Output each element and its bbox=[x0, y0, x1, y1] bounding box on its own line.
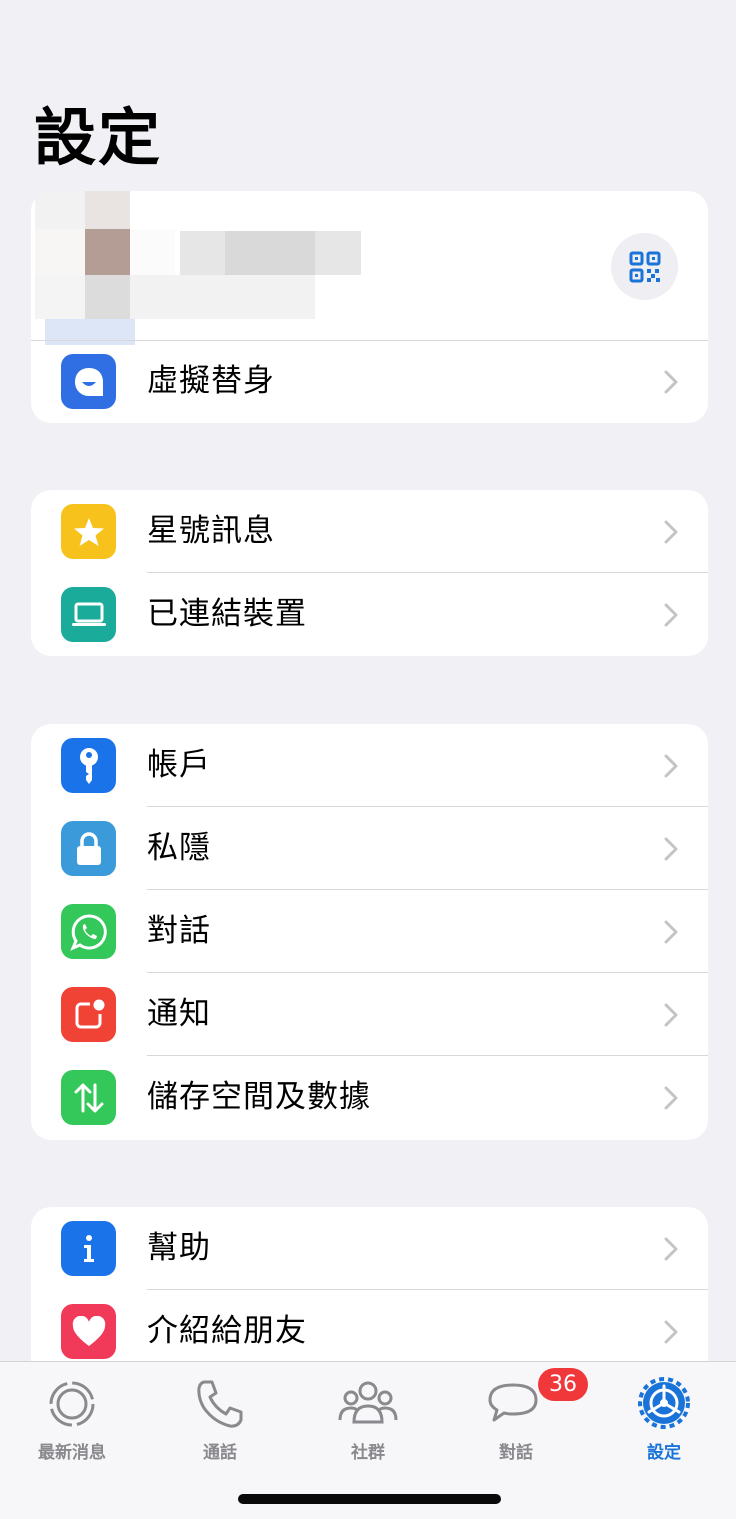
row-label: 通知 bbox=[147, 996, 211, 1032]
row-linked-devices[interactable]: 已連結裝置 bbox=[31, 573, 708, 656]
tab-calls[interactable]: 通話 bbox=[170, 1372, 270, 1463]
row-label: 私隱 bbox=[147, 830, 211, 866]
row-account[interactable]: 帳戶 bbox=[31, 724, 708, 807]
heart-icon bbox=[61, 1304, 116, 1359]
chevron-right-icon bbox=[664, 520, 678, 544]
chevron-right-icon bbox=[664, 603, 678, 627]
row-label: 幫助 bbox=[147, 1230, 211, 1266]
row-chats[interactable]: 對話 bbox=[31, 890, 708, 973]
lock-icon bbox=[61, 821, 116, 876]
row-notifications[interactable]: 通知 bbox=[31, 973, 708, 1056]
row-label: 星號訊息 bbox=[147, 513, 275, 549]
row-help[interactable]: 幫助 bbox=[31, 1207, 708, 1290]
qr-code-button[interactable] bbox=[611, 233, 678, 300]
tab-updates[interactable]: 最新消息 bbox=[22, 1372, 122, 1463]
data-transfer-icon bbox=[61, 1070, 116, 1125]
chats-icon bbox=[488, 1383, 538, 1422]
row-label: 帳戶 bbox=[147, 747, 211, 783]
row-label: 對話 bbox=[147, 913, 211, 949]
profile-card[interactable]: 虛擬替身 bbox=[31, 191, 708, 423]
qr-code-icon bbox=[629, 251, 660, 282]
settings-group-1: 星號訊息 已連結裝置 bbox=[31, 490, 708, 656]
chevron-right-icon bbox=[664, 1237, 678, 1261]
profile-info-redacted[interactable] bbox=[35, 191, 545, 351]
phone-icon bbox=[197, 1380, 243, 1428]
row-label: 已連結裝置 bbox=[147, 596, 307, 632]
notification-icon bbox=[61, 987, 116, 1042]
avatar-icon bbox=[61, 354, 116, 409]
chevron-right-icon bbox=[664, 370, 678, 394]
unread-badge: 36 bbox=[538, 1368, 588, 1401]
whatsapp-icon bbox=[61, 904, 116, 959]
tab-settings[interactable]: 設定 bbox=[614, 1372, 714, 1463]
chevron-right-icon bbox=[664, 1320, 678, 1344]
key-icon bbox=[61, 738, 116, 793]
community-icon bbox=[338, 1381, 398, 1424]
tab-label: 社群 bbox=[351, 1443, 385, 1463]
info-icon bbox=[61, 1221, 116, 1276]
settings-group-2: 帳戶 私隱 對話 通知 儲存空間及數據 bbox=[31, 724, 708, 1140]
star-icon bbox=[61, 504, 116, 559]
tab-label: 對話 bbox=[499, 1443, 533, 1463]
tab-label: 最新消息 bbox=[38, 1443, 106, 1463]
home-indicator[interactable] bbox=[238, 1494, 501, 1504]
tab-communities[interactable]: 社群 bbox=[318, 1372, 418, 1463]
chevron-right-icon bbox=[664, 754, 678, 778]
chevron-right-icon bbox=[664, 920, 678, 944]
row-label: 虛擬替身 bbox=[147, 363, 275, 399]
chevron-right-icon bbox=[664, 1003, 678, 1027]
row-avatar[interactable]: 虛擬替身 bbox=[31, 340, 708, 423]
row-privacy[interactable]: 私隱 bbox=[31, 807, 708, 890]
tab-label: 設定 bbox=[647, 1443, 681, 1463]
row-storage-data[interactable]: 儲存空間及數據 bbox=[31, 1056, 708, 1139]
tab-label: 通話 bbox=[203, 1443, 237, 1463]
settings-icon bbox=[638, 1377, 690, 1429]
laptop-icon bbox=[61, 587, 116, 642]
chevron-right-icon bbox=[664, 837, 678, 861]
row-label: 儲存空間及數據 bbox=[147, 1079, 371, 1115]
chevron-right-icon bbox=[664, 1086, 678, 1110]
row-starred-messages[interactable]: 星號訊息 bbox=[31, 490, 708, 573]
page-title: 設定 bbox=[34, 101, 163, 174]
updates-icon bbox=[49, 1381, 95, 1427]
